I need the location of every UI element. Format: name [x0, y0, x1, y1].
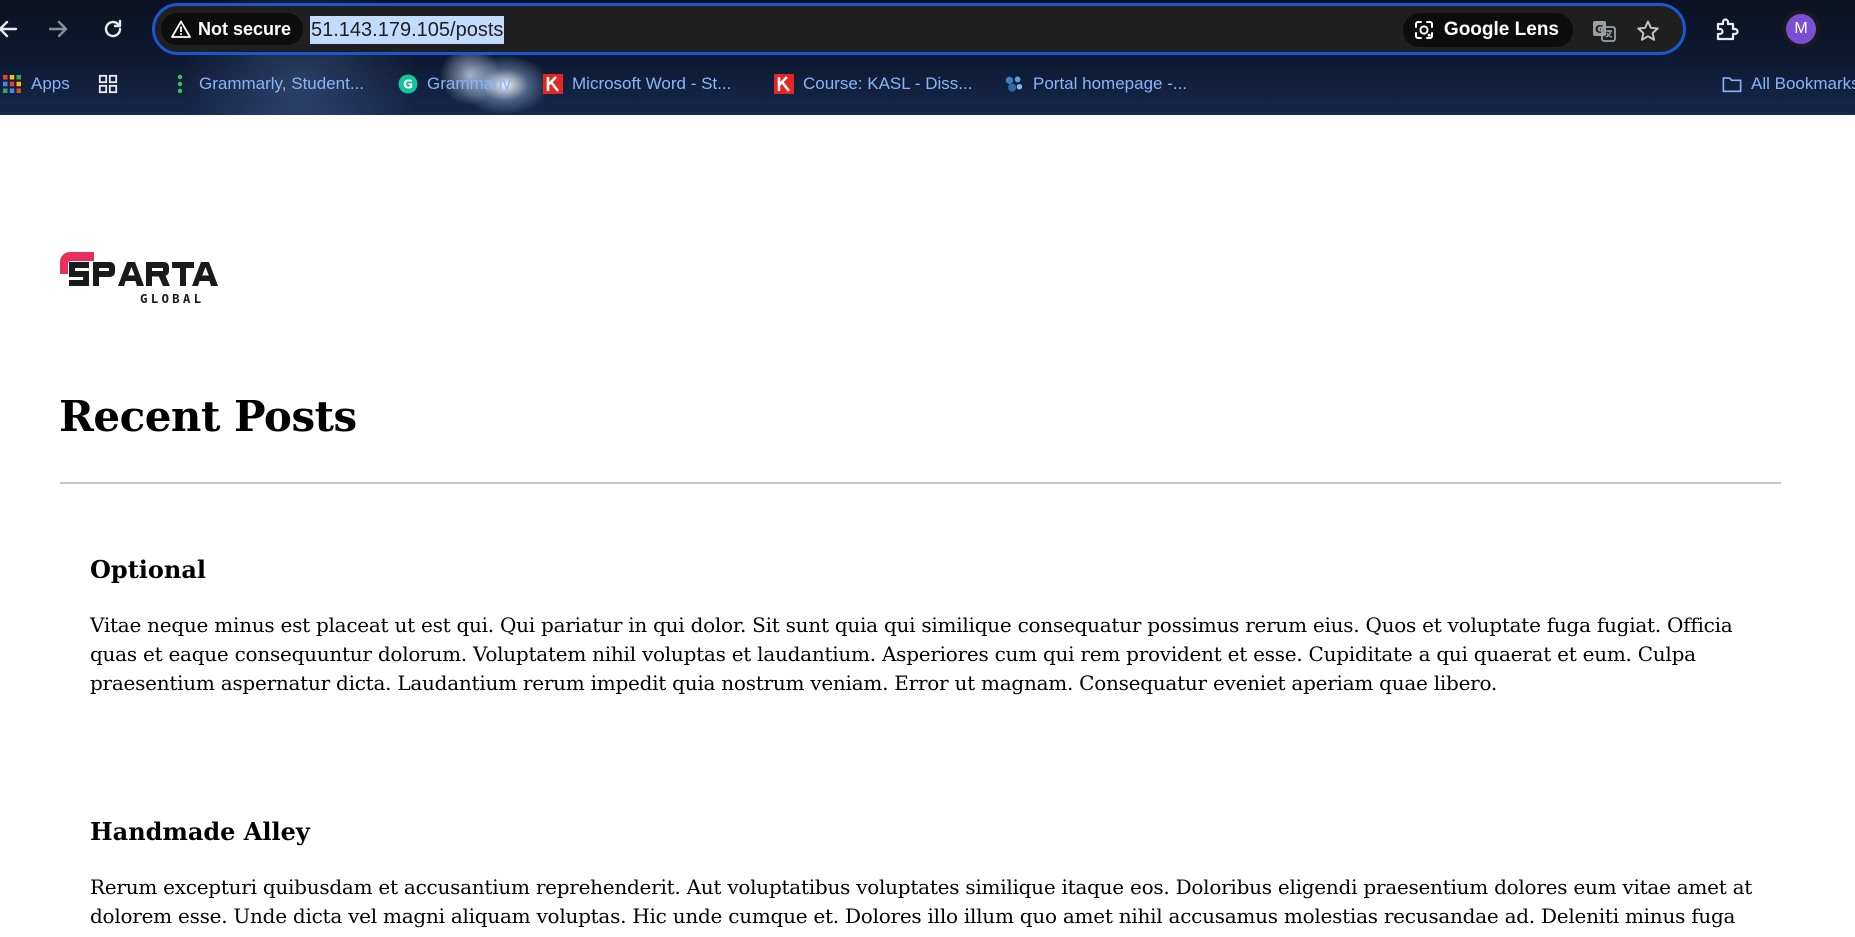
post-title: Handmade Alley	[90, 817, 310, 846]
page-content: GLOBAL Recent Posts Optional Vitae neque…	[0, 115, 1855, 937]
puzzle-icon	[1716, 18, 1739, 41]
svg-text:G: G	[403, 78, 413, 92]
bookmark-label: Grammarly, Student...	[199, 74, 365, 93]
divider	[60, 482, 1781, 484]
warning-triangle-icon	[171, 20, 191, 38]
folder-icon	[1722, 77, 1742, 93]
bookmark-grammarly[interactable]: G Grammarly	[398, 70, 511, 98]
green-dots-icon	[177, 74, 183, 94]
bookmark-label: All Bookmarks	[1751, 74, 1855, 93]
site-security-chip[interactable]: Not secure	[161, 13, 304, 45]
bookmark-microsoft-word[interactable]: Microsoft Word - St...	[543, 70, 731, 98]
reload-button[interactable]	[96, 12, 130, 46]
bookmark-star-button[interactable]	[1633, 16, 1663, 46]
grammarly-icon: G	[398, 74, 418, 94]
bookmark-label: Microsoft Word - St...	[572, 74, 732, 93]
browser-chrome: Not secure 51.143.179.105/posts Google L…	[0, 0, 1855, 115]
url-text[interactable]: 51.143.179.105/posts	[310, 16, 505, 44]
google-lens-icon	[1414, 21, 1433, 39]
logo-image: GLOBAL	[60, 252, 218, 306]
lens-label: Google Lens	[1443, 19, 1559, 40]
bookmark-label: Portal homepage -...	[1033, 74, 1188, 93]
bookmark-tab-groups[interactable]	[98, 70, 127, 98]
page-title: Recent Posts	[59, 392, 357, 441]
bookmark-all-bookmarks[interactable]: All Bookmarks	[1722, 70, 1855, 98]
bookmark-apps[interactable]: Apps	[2, 70, 70, 98]
bookmark-grammarly-student[interactable]: Grammarly, Student...	[170, 70, 364, 98]
portal-icon	[1005, 76, 1023, 92]
post-item: Handmade Alley Rerum excepturi quibusdam…	[90, 817, 1760, 937]
star-icon	[1637, 20, 1659, 41]
reload-icon	[104, 19, 122, 38]
address-bar[interactable]: Not secure 51.143.179.105/posts Google L…	[152, 3, 1686, 55]
google-lens-button[interactable]: Google Lens	[1402, 13, 1573, 47]
profile-avatar[interactable]: M	[1786, 14, 1816, 44]
k-logo-icon	[543, 74, 563, 94]
tab-groups-icon	[98, 74, 118, 94]
arrow-right-icon	[48, 20, 68, 38]
bookmark-portal-homepage[interactable]: Portal homepage -...	[1004, 70, 1187, 98]
translate-button[interactable]: G	[1589, 16, 1619, 46]
bookmark-label: Course: KASL - Diss...	[803, 74, 973, 93]
post-item: Optional Vitae neque minus est placeat u…	[90, 555, 1760, 698]
browser-toolbar: Not secure 51.143.179.105/posts Google L…	[0, 0, 1855, 58]
back-button[interactable]	[0, 12, 24, 46]
apps-grid-icon	[3, 75, 21, 93]
post-body: Rerum excepturi quibusdam et accusantium…	[90, 875, 1753, 937]
sparta-global-logo[interactable]: GLOBAL	[58, 248, 218, 310]
bookmark-label: Grammarly	[427, 74, 512, 93]
forward-button[interactable]	[42, 12, 76, 46]
k-logo-icon	[774, 74, 794, 94]
extensions-button[interactable]	[1710, 12, 1744, 46]
translate-icon: G	[1593, 21, 1616, 42]
bookmark-course-kasl[interactable]: Course: KASL - Diss...	[774, 70, 972, 98]
arrow-left-icon	[0, 20, 18, 38]
svg-text:GLOBAL: GLOBAL	[140, 291, 204, 306]
bookmark-label: Apps	[31, 74, 70, 93]
post-title: Optional	[90, 555, 207, 584]
bookmarks-bar: Apps Grammarly, Student... G Grammarly M…	[0, 64, 1855, 104]
security-label: Not secure	[198, 18, 292, 39]
post-body: Vitae neque minus est placeat ut est qui…	[90, 613, 1733, 695]
